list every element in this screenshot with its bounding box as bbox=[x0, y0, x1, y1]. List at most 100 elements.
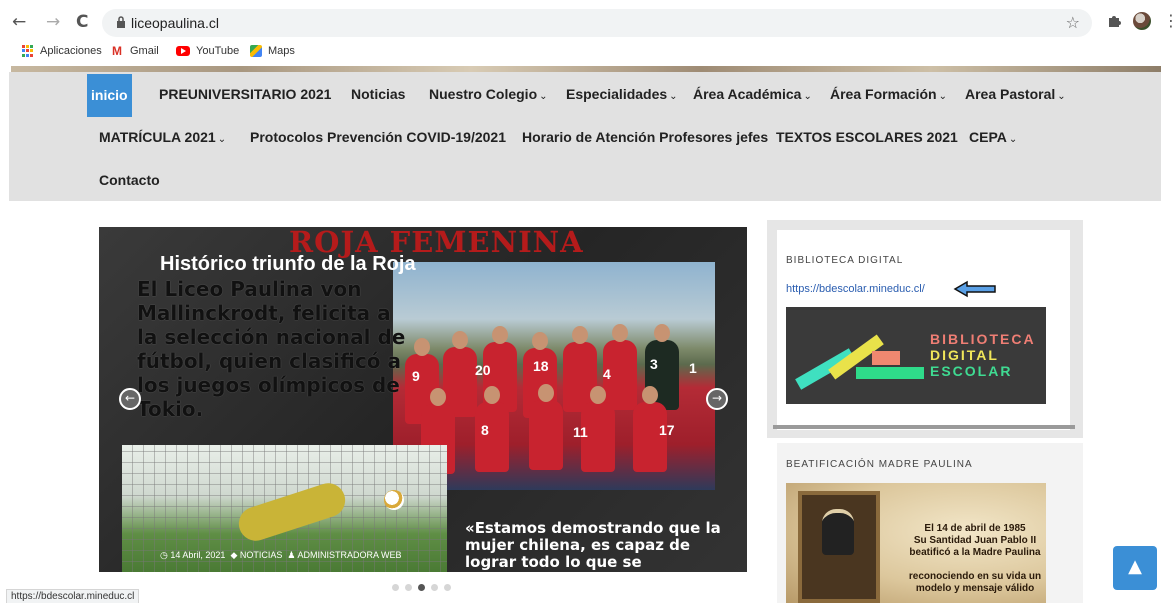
nav-label: Área Formación bbox=[830, 86, 937, 102]
chevron-down-icon: ⌄ bbox=[539, 91, 548, 102]
url-text[interactable]: liceopaulina.cl bbox=[131, 15, 219, 31]
chevron-down-icon: ⌄ bbox=[1008, 134, 1018, 145]
slider-dot[interactable] bbox=[392, 584, 399, 591]
chevron-down-icon: ⌄ bbox=[938, 91, 947, 102]
banner-stripe bbox=[856, 367, 924, 379]
reload-icon[interactable]: C bbox=[76, 13, 88, 31]
browser-toolbar: ← → C liceopaulina.cl ☆ ⋮ bbox=[0, 0, 1172, 44]
jersey-number: 1 bbox=[689, 360, 697, 376]
nav-label: Area Pastoral bbox=[965, 86, 1056, 102]
maps-icon bbox=[250, 45, 262, 57]
slider-next-button[interactable]: → bbox=[706, 388, 728, 410]
nav-nuestro-colegio[interactable]: Nuestro Colegio ⌄ bbox=[429, 86, 548, 102]
bookmark-star-icon[interactable]: ☆ bbox=[1066, 13, 1080, 32]
beatificacion-image[interactable]: El 14 de abril de 1985 Su Santidad Juan … bbox=[786, 483, 1046, 603]
jersey-number: 20 bbox=[475, 362, 491, 378]
user-icon: ♟ bbox=[284, 550, 296, 560]
widget-title: BIBLIOTECA DIGITAL bbox=[786, 255, 904, 266]
jersey-number: 11 bbox=[573, 424, 588, 440]
jersey-number: 18 bbox=[533, 358, 549, 374]
youtube-icon bbox=[176, 46, 190, 56]
main-navigation: inicio PREUNIVERSITARIO 2021 Noticias Nu… bbox=[9, 72, 1161, 201]
news-slider[interactable]: ROJA FEMENINA 9 20 18 4 3 1 8 11 17 Hist… bbox=[99, 227, 747, 572]
bookmark-youtube[interactable]: YouTube bbox=[176, 45, 239, 57]
status-bar-url: https://bdescolar.mineduc.cl bbox=[6, 589, 140, 603]
nav-area-formacion[interactable]: Área Formación ⌄ bbox=[830, 86, 947, 102]
nav-preuniversitario[interactable]: PREUNIVERSITARIO 2021 bbox=[159, 86, 331, 102]
bookmark-aplicaciones[interactable]: Aplicaciones bbox=[22, 45, 102, 57]
post-meta: ◷ 14 Abril, 2021 ◆ NOTICIAS ♟ ADMINISTRA… bbox=[160, 550, 402, 561]
post-author[interactable]: ADMINISTRADORA WEB bbox=[298, 550, 402, 560]
banner-line: BIBLIOTECA bbox=[930, 331, 1036, 347]
profile-avatar[interactable] bbox=[1133, 12, 1151, 30]
nav-protocolos-covid[interactable]: Protocolos Prevención COVID-19/2021 bbox=[250, 129, 506, 145]
beat-line: reconociendo en su vida un bbox=[908, 571, 1042, 582]
back-icon[interactable]: ← bbox=[12, 13, 26, 31]
post-date[interactable]: 14 Abril, 2021 bbox=[170, 550, 225, 560]
slider-dot[interactable] bbox=[418, 584, 425, 591]
nav-area-pastoral[interactable]: Area Pastoral ⌄ bbox=[965, 86, 1066, 102]
beatificacion-text: El 14 de abril de 1985 Su Santidad Juan … bbox=[906, 523, 1044, 595]
arrow-left-icon: ← bbox=[124, 391, 136, 405]
nav-label: Especialidades bbox=[566, 86, 668, 102]
tag-icon: ◆ bbox=[227, 550, 238, 560]
banner-text: BIBLIOTECA DIGITAL ESCOLAR bbox=[930, 331, 1036, 379]
nav-matricula-2021[interactable]: MATRÍCULA 2021 ⌄ bbox=[99, 129, 226, 145]
nav-inicio[interactable]: inicio bbox=[87, 74, 132, 117]
portrait-frame bbox=[798, 491, 880, 603]
slider-dot[interactable] bbox=[431, 584, 438, 591]
banner-line: DIGITAL bbox=[930, 347, 999, 363]
chevron-down-icon: ⌄ bbox=[803, 91, 812, 102]
arrow-left-icon bbox=[953, 280, 996, 298]
bookmark-label: Aplicaciones bbox=[40, 45, 102, 57]
bookmark-label: Gmail bbox=[130, 45, 159, 57]
jersey-number: 8 bbox=[481, 422, 489, 438]
jersey-number: 9 bbox=[412, 368, 420, 384]
chevron-down-icon: ⌄ bbox=[217, 134, 227, 145]
nav-label: Área Académica bbox=[693, 86, 802, 102]
nav-label: Nuestro Colegio bbox=[429, 86, 538, 102]
nav-area-academica[interactable]: Área Académica ⌄ bbox=[693, 86, 812, 102]
jersey-number: 4 bbox=[603, 366, 611, 382]
bookmark-maps[interactable]: Maps bbox=[250, 45, 295, 57]
forward-icon[interactable]: → bbox=[46, 13, 60, 31]
slider-dot[interactable] bbox=[405, 584, 412, 591]
biblioteca-link[interactable]: https://bdescolar.mineduc.cl/ bbox=[786, 283, 925, 295]
jersey-number: 3 bbox=[650, 356, 658, 372]
nav-cepa[interactable]: CEPA ⌄ bbox=[969, 129, 1017, 145]
post-category[interactable]: NOTICIAS bbox=[240, 550, 283, 560]
ball-icon bbox=[384, 490, 404, 510]
bookmark-label: Maps bbox=[268, 45, 295, 57]
beat-line: Su Santidad Juan Pablo II bbox=[913, 535, 1037, 546]
nav-horario-atencion[interactable]: Horario de Atención Profesores jefes bbox=[522, 129, 768, 145]
scroll-to-top-button[interactable]: ▲ bbox=[1113, 546, 1157, 590]
nav-label: CEPA bbox=[969, 129, 1007, 145]
extensions-puzzle-icon[interactable] bbox=[1107, 13, 1122, 28]
slide-quote: «Estamos demostrando que la mujer chilen… bbox=[465, 519, 721, 571]
arrow-right-icon: → bbox=[711, 391, 723, 405]
jersey-number: 17 bbox=[659, 422, 675, 438]
bookmark-label: YouTube bbox=[196, 45, 240, 57]
gmail-icon: M bbox=[112, 44, 122, 58]
bookmark-gmail[interactable]: M Gmail bbox=[112, 45, 159, 57]
nav-especialidades[interactable]: Especialidades ⌄ bbox=[566, 86, 678, 102]
nav-contacto[interactable]: Contacto bbox=[99, 172, 160, 188]
widget-title: BEATIFICACIÓN MADRE PAULINA bbox=[786, 459, 973, 470]
chevron-up-icon: ▲ bbox=[1128, 556, 1142, 577]
address-bar[interactable]: liceopaulina.cl ☆ bbox=[102, 9, 1092, 37]
slider-dot[interactable] bbox=[444, 584, 451, 591]
beat-line: modelo y mensaje válido bbox=[915, 583, 1035, 594]
chevron-down-icon: ⌄ bbox=[1057, 91, 1066, 102]
beat-line: El 14 de abril de 1985 bbox=[924, 523, 1026, 534]
banner-line: ESCOLAR bbox=[930, 363, 1013, 379]
biblioteca-digital-banner[interactable]: BIBLIOTECA DIGITAL ESCOLAR bbox=[786, 307, 1046, 404]
chevron-down-icon: ⌄ bbox=[669, 91, 678, 102]
nav-label: MATRÍCULA 2021 bbox=[99, 129, 216, 145]
nav-noticias[interactable]: Noticias bbox=[351, 86, 405, 102]
banner-stripe bbox=[872, 351, 900, 365]
slide-title[interactable]: Histórico triunfo de la Roja bbox=[160, 253, 416, 276]
player-figure bbox=[529, 384, 563, 470]
browser-menu-icon[interactable]: ⋮ bbox=[1163, 11, 1172, 30]
nav-textos-escolares[interactable]: TEXTOS ESCOLARES 2021 bbox=[776, 129, 958, 145]
slider-prev-button[interactable]: ← bbox=[119, 388, 141, 410]
